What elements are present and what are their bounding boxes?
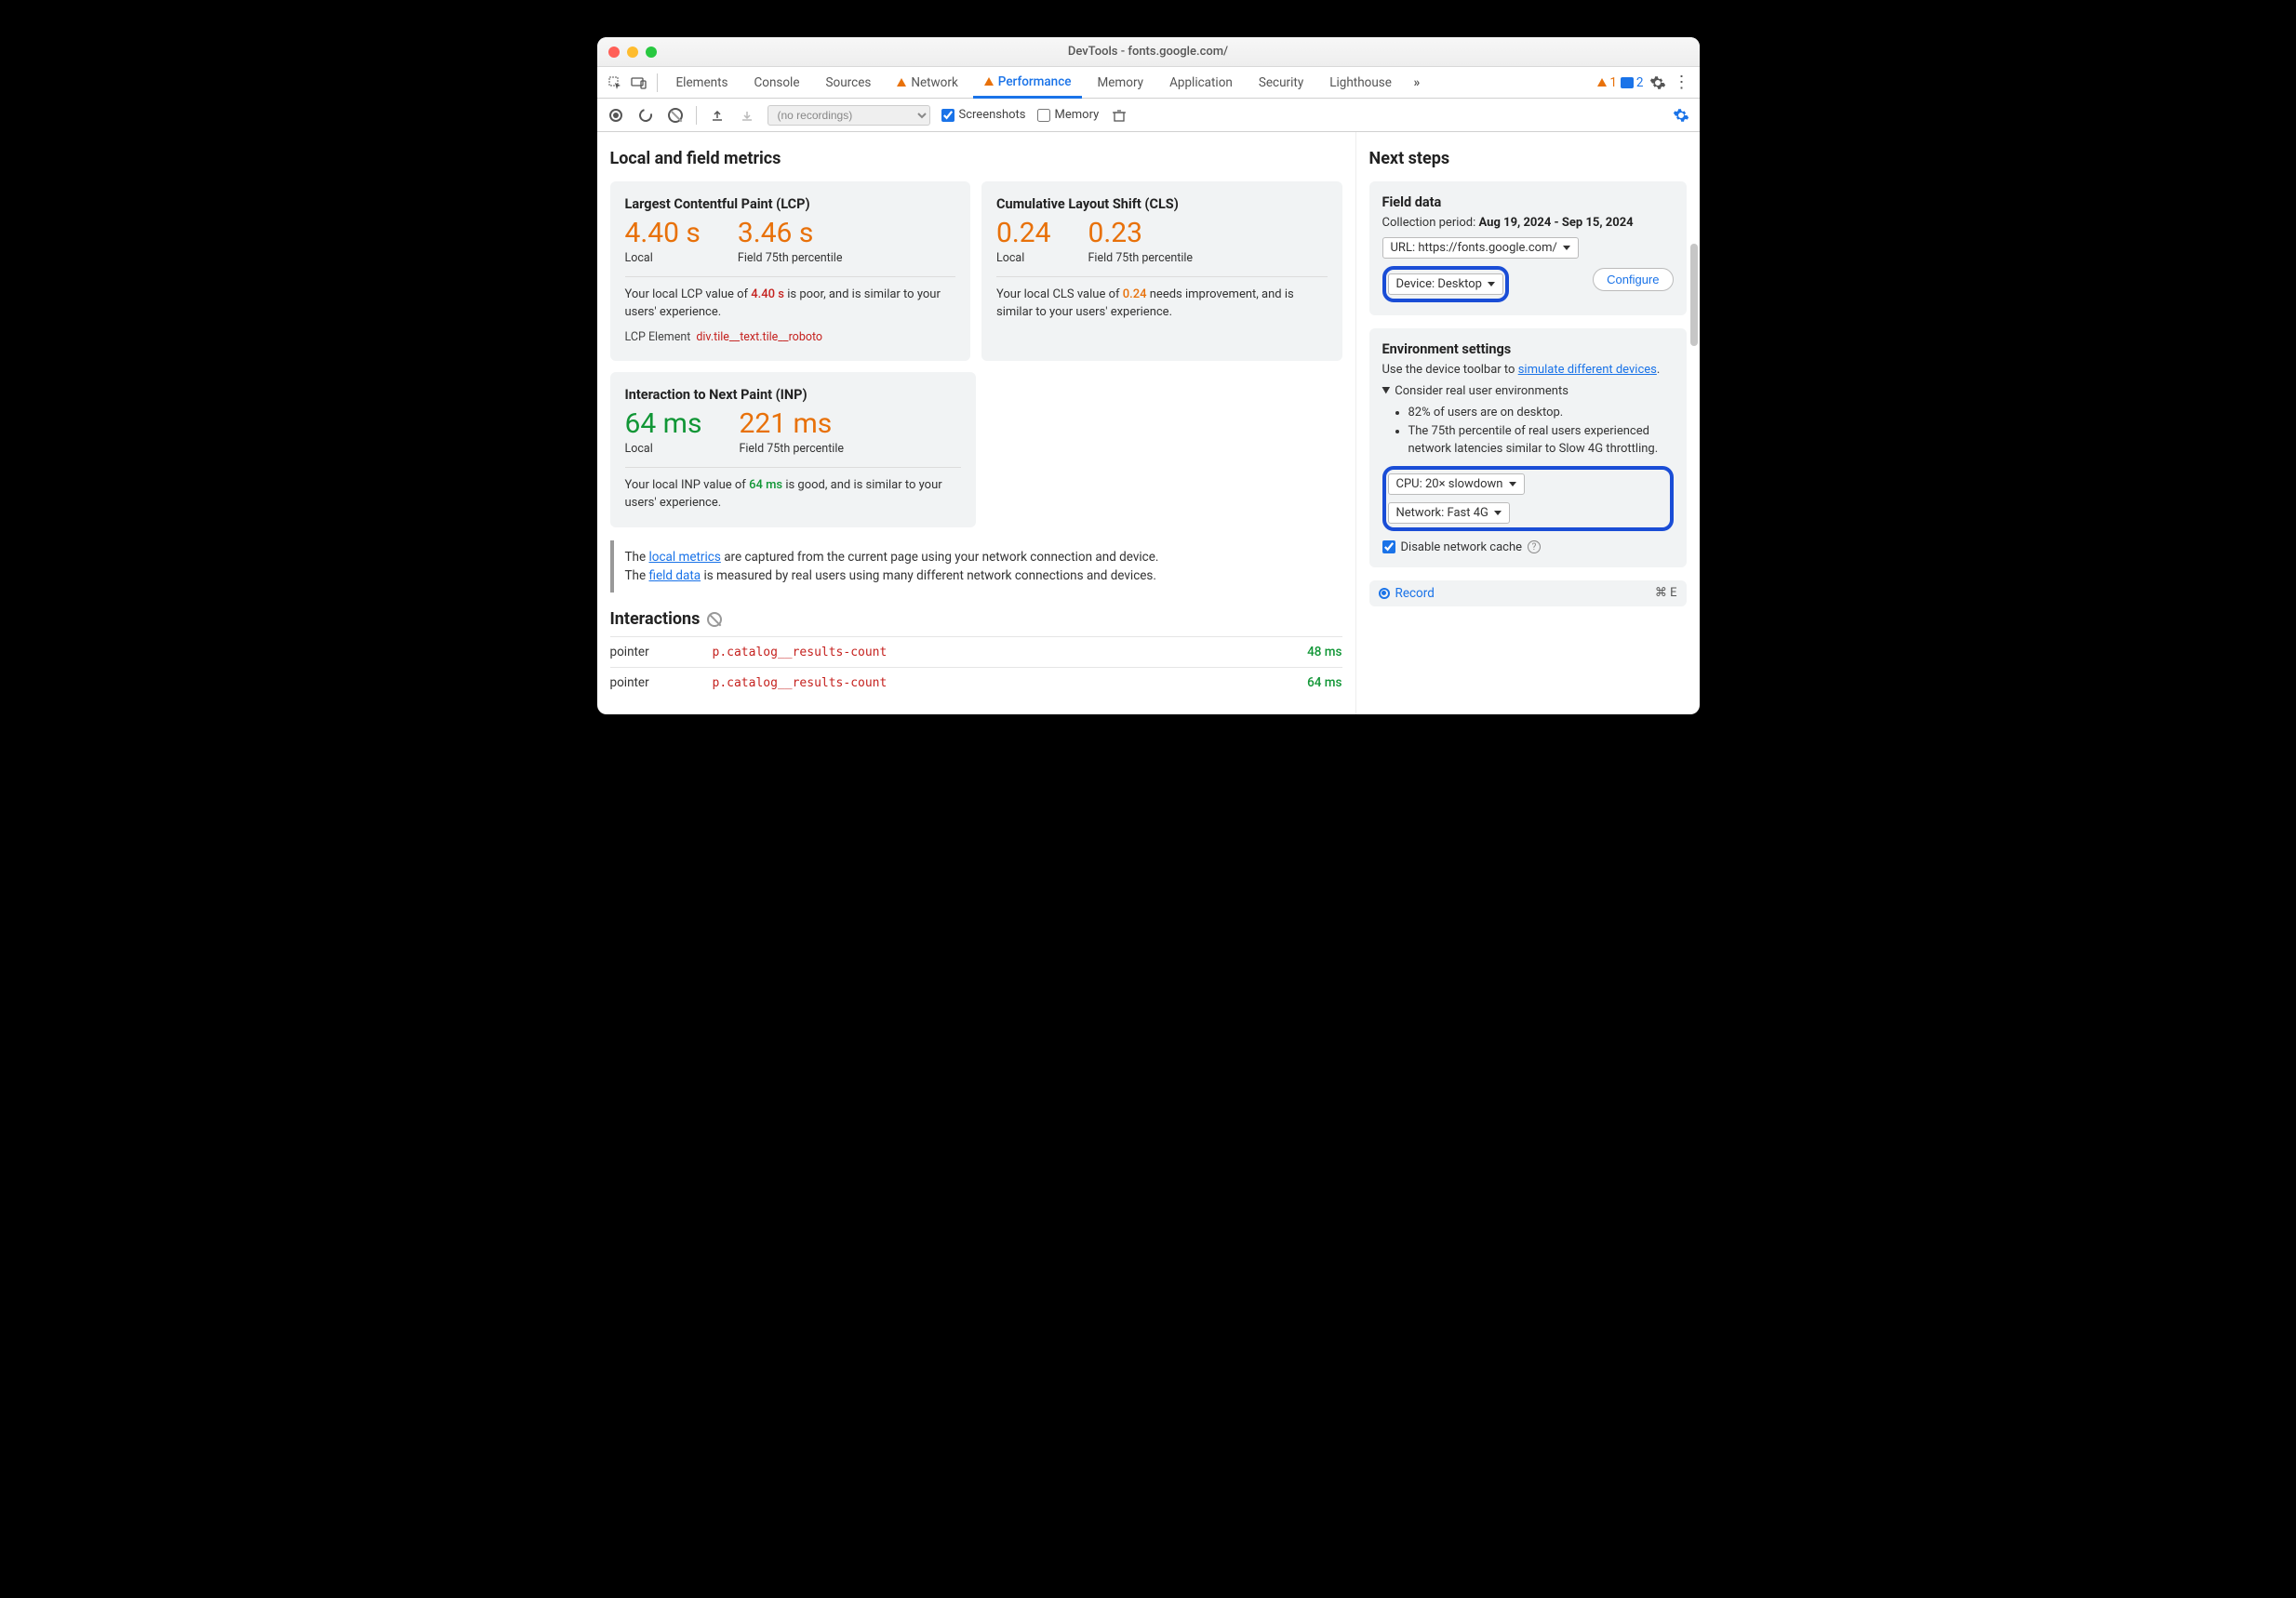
tab-memory[interactable]: Memory (1086, 67, 1155, 99)
tab-console[interactable]: Console (742, 67, 810, 99)
upload-icon[interactable] (708, 106, 727, 125)
lcp-field-value: 3.46 s (738, 220, 843, 247)
clear-interactions-icon[interactable] (707, 612, 722, 627)
field-data-link[interactable]: field data (649, 568, 701, 583)
metrics-panel: Local and field metrics Largest Contentf… (597, 132, 1355, 714)
reload-record-icon[interactable] (636, 106, 655, 125)
record-button[interactable] (607, 106, 625, 125)
performance-toolbar: (no recordings) Screenshots Memory (597, 99, 1700, 132)
scrollbar-thumb[interactable] (1690, 244, 1698, 346)
tab-network[interactable]: Network (886, 67, 968, 99)
main-content: Local and field metrics Largest Contentf… (597, 132, 1700, 714)
help-icon[interactable]: ? (1528, 540, 1541, 553)
record-dot-icon (1379, 588, 1390, 599)
local-metrics-link[interactable]: local metrics (649, 550, 721, 565)
warning-icon (897, 78, 906, 87)
interaction-type: pointer (610, 645, 713, 659)
interaction-target: p.catalog__results-count (713, 676, 1308, 690)
interaction-target: p.catalog__results-count (713, 646, 1308, 659)
device-select-highlight: Device: Desktop (1382, 266, 1509, 302)
panel-settings-gear-icon[interactable] (1672, 106, 1690, 125)
screenshots-checkbox[interactable]: Screenshots (941, 108, 1026, 122)
warning-icon (984, 77, 994, 86)
devtools-tabbar: Elements Console Sources Network Perform… (597, 67, 1700, 99)
device-select[interactable]: Device: Desktop (1388, 273, 1503, 295)
recordings-select[interactable]: (no recordings) (768, 105, 930, 126)
record-card: Record ⌘ E (1369, 580, 1687, 606)
configure-button[interactable]: Configure (1593, 268, 1673, 291)
cls-card: Cumulative Layout Shift (CLS) 0.24 Local… (981, 181, 1342, 361)
inp-field-value: 221 ms (739, 410, 844, 438)
tab-elements[interactable]: Elements (665, 67, 740, 99)
environments-details[interactable]: Consider real user environments 82% of u… (1382, 384, 1674, 459)
inp-card: Interaction to Next Paint (INP) 64 ms Lo… (610, 372, 977, 527)
warnings-badge[interactable]: 1 (1597, 73, 1617, 93)
memory-checkbox[interactable]: Memory (1037, 108, 1100, 122)
lcp-card: Largest Contentful Paint (LCP) 4.40 s Lo… (610, 181, 971, 361)
tab-sources[interactable]: Sources (815, 67, 883, 99)
throttling-highlight: CPU: 20× slowdown Network: Fast 4G (1382, 466, 1674, 531)
cls-description: Your local CLS value of 0.24 needs impro… (996, 276, 1328, 322)
environment-card: Environment settings Use the device tool… (1369, 328, 1687, 567)
inp-local-value: 64 ms (625, 410, 702, 438)
kebab-menu-icon[interactable]: ⋮ (1672, 73, 1692, 93)
device-toolbar-icon[interactable] (629, 73, 649, 93)
inspect-icon[interactable] (605, 73, 625, 93)
interaction-time: 64 ms (1307, 675, 1342, 690)
cls-title: Cumulative Layout Shift (CLS) (996, 196, 1328, 212)
titlebar: DevTools - fonts.google.com/ (597, 37, 1700, 67)
network-throttle-select[interactable]: Network: Fast 4G (1388, 502, 1510, 524)
cls-field-value: 0.23 (1088, 220, 1194, 247)
metrics-heading: Local and field metrics (610, 149, 1342, 168)
interaction-row[interactable]: pointerp.catalog__results-count64 ms (610, 667, 1342, 698)
lcp-title: Largest Contentful Paint (LCP) (625, 196, 956, 212)
tab-lighthouse[interactable]: Lighthouse (1318, 67, 1403, 99)
record-button-sidebar[interactable]: Record (1379, 586, 1435, 601)
next-steps-heading: Next steps (1369, 149, 1687, 168)
field-data-card: Field data Collection period: Aug 19, 20… (1369, 181, 1687, 315)
more-tabs-icon[interactable]: » (1407, 73, 1427, 93)
record-shortcut: ⌘ E (1655, 586, 1677, 600)
lcp-description: Your local LCP value of 4.40 s is poor, … (625, 276, 956, 346)
settings-gear-icon[interactable] (1648, 73, 1668, 93)
interactions-list: pointerp.catalog__results-count48 mspoin… (610, 636, 1342, 698)
window-title: DevTools - fonts.google.com/ (597, 45, 1700, 59)
gc-icon[interactable] (1110, 106, 1128, 125)
interaction-time: 48 ms (1307, 645, 1342, 659)
interactions-heading: Interactions (610, 609, 701, 629)
next-steps-panel: Next steps Field data Collection period:… (1355, 132, 1700, 714)
url-select[interactable]: URL: https://fonts.google.com/ (1382, 237, 1579, 259)
disable-cache-checkbox[interactable]: Disable network cache ? (1382, 540, 1674, 554)
inp-title: Interaction to Next Paint (INP) (625, 387, 962, 403)
simulate-devices-link[interactable]: simulate different devices (1518, 363, 1657, 377)
interaction-type: pointer (610, 675, 713, 690)
download-icon[interactable] (738, 106, 756, 125)
inp-description: Your local INP value of 64 ms is good, a… (625, 467, 962, 513)
interaction-row[interactable]: pointerp.catalog__results-count48 ms (610, 636, 1342, 667)
cls-local-value: 0.24 (996, 220, 1051, 247)
cpu-throttle-select[interactable]: CPU: 20× slowdown (1388, 473, 1525, 495)
tab-performance[interactable]: Performance (973, 67, 1083, 99)
metrics-info-box: The local metrics are captured from the … (610, 540, 1342, 593)
tab-application[interactable]: Application (1158, 67, 1244, 99)
lcp-local-value: 4.40 s (625, 220, 701, 247)
devtools-window: DevTools - fonts.google.com/ Elements Co… (597, 37, 1700, 714)
messages-badge[interactable]: 2 (1621, 73, 1644, 93)
lcp-element-link[interactable]: div.tile__text.tile__roboto (696, 330, 822, 344)
clear-icon[interactable] (666, 106, 685, 125)
tab-security[interactable]: Security (1248, 67, 1315, 99)
